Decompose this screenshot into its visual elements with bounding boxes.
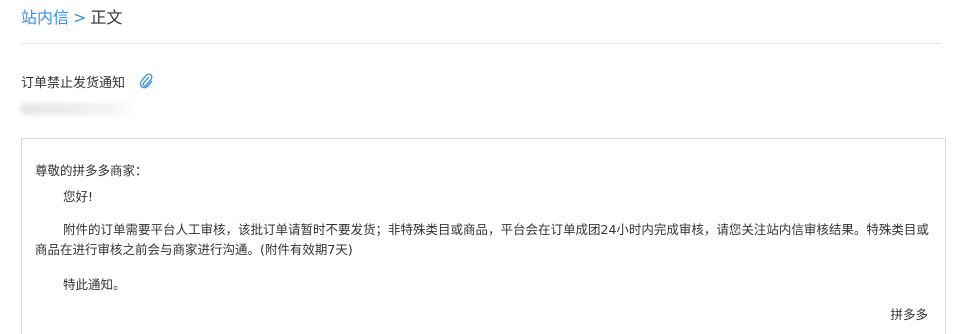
message-signature: 拼多多 <box>890 307 928 322</box>
breadcrumb: 站内信 > 正文 <box>21 5 122 31</box>
message-body-box: 尊敬的拼多多商家： 您好! 附件的订单需要平台人工审核，该批订单请暂时不要发货；… <box>21 138 946 334</box>
message-subject: 订单禁止发货通知 <box>21 75 126 91</box>
paperclip-icon[interactable] <box>139 73 153 89</box>
message-detail-page: 站内信 > 正文 订单禁止发货通知 尊敬的拼多多商家： 您好! 附件的订单需要平台人… <box>0 0 961 334</box>
message-hello: 您好! <box>63 189 94 204</box>
message-closing: 特此通知。 <box>63 277 126 292</box>
breadcrumb-separator: > <box>73 8 87 27</box>
subject-row: 订单禁止发货通知 <box>21 70 153 92</box>
breadcrumb-inbox-link[interactable]: 站内信 <box>21 8 69 27</box>
redacted-sender-info <box>20 103 140 115</box>
message-greeting: 尊敬的拼多多商家： <box>35 163 148 178</box>
header-divider <box>21 43 941 44</box>
breadcrumb-current: 正文 <box>90 8 123 27</box>
message-body-text: 附件的订单需要平台人工审核，该批订单请暂时不要发货；非特殊类目或商品，平台会在订… <box>35 222 929 257</box>
